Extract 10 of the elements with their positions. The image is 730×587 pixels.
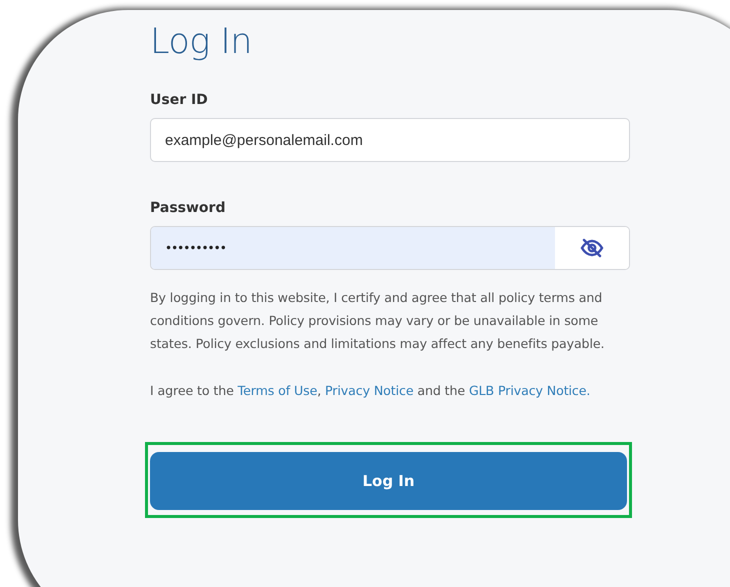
policy-link[interactable]: Terms of Use: [238, 383, 318, 398]
policy-link[interactable]: Privacy Notice: [325, 383, 414, 398]
page-title: Log In: [150, 22, 253, 62]
log-in-button[interactable]: Log In: [150, 452, 627, 510]
disclaimer-text: By logging in to this website, I certify and agree that all policy terms and conditions govern. Policy provisions may vary or be unavailable in some states. Policy exclusions and limitations may affect any benefits payable.: [150, 289, 606, 353]
field-label: Password: [150, 200, 226, 216]
policy-link[interactable]: GLB Privacy Notice.: [468, 383, 590, 398]
agreement-text: I agree to the Terms of Use, Privacy Notice and the GLB Privacy Notice.: [150, 382, 592, 400]
user-id-field[interactable]: example@personalemail.com: [151, 119, 629, 161]
field-label: User ID: [150, 92, 209, 108]
